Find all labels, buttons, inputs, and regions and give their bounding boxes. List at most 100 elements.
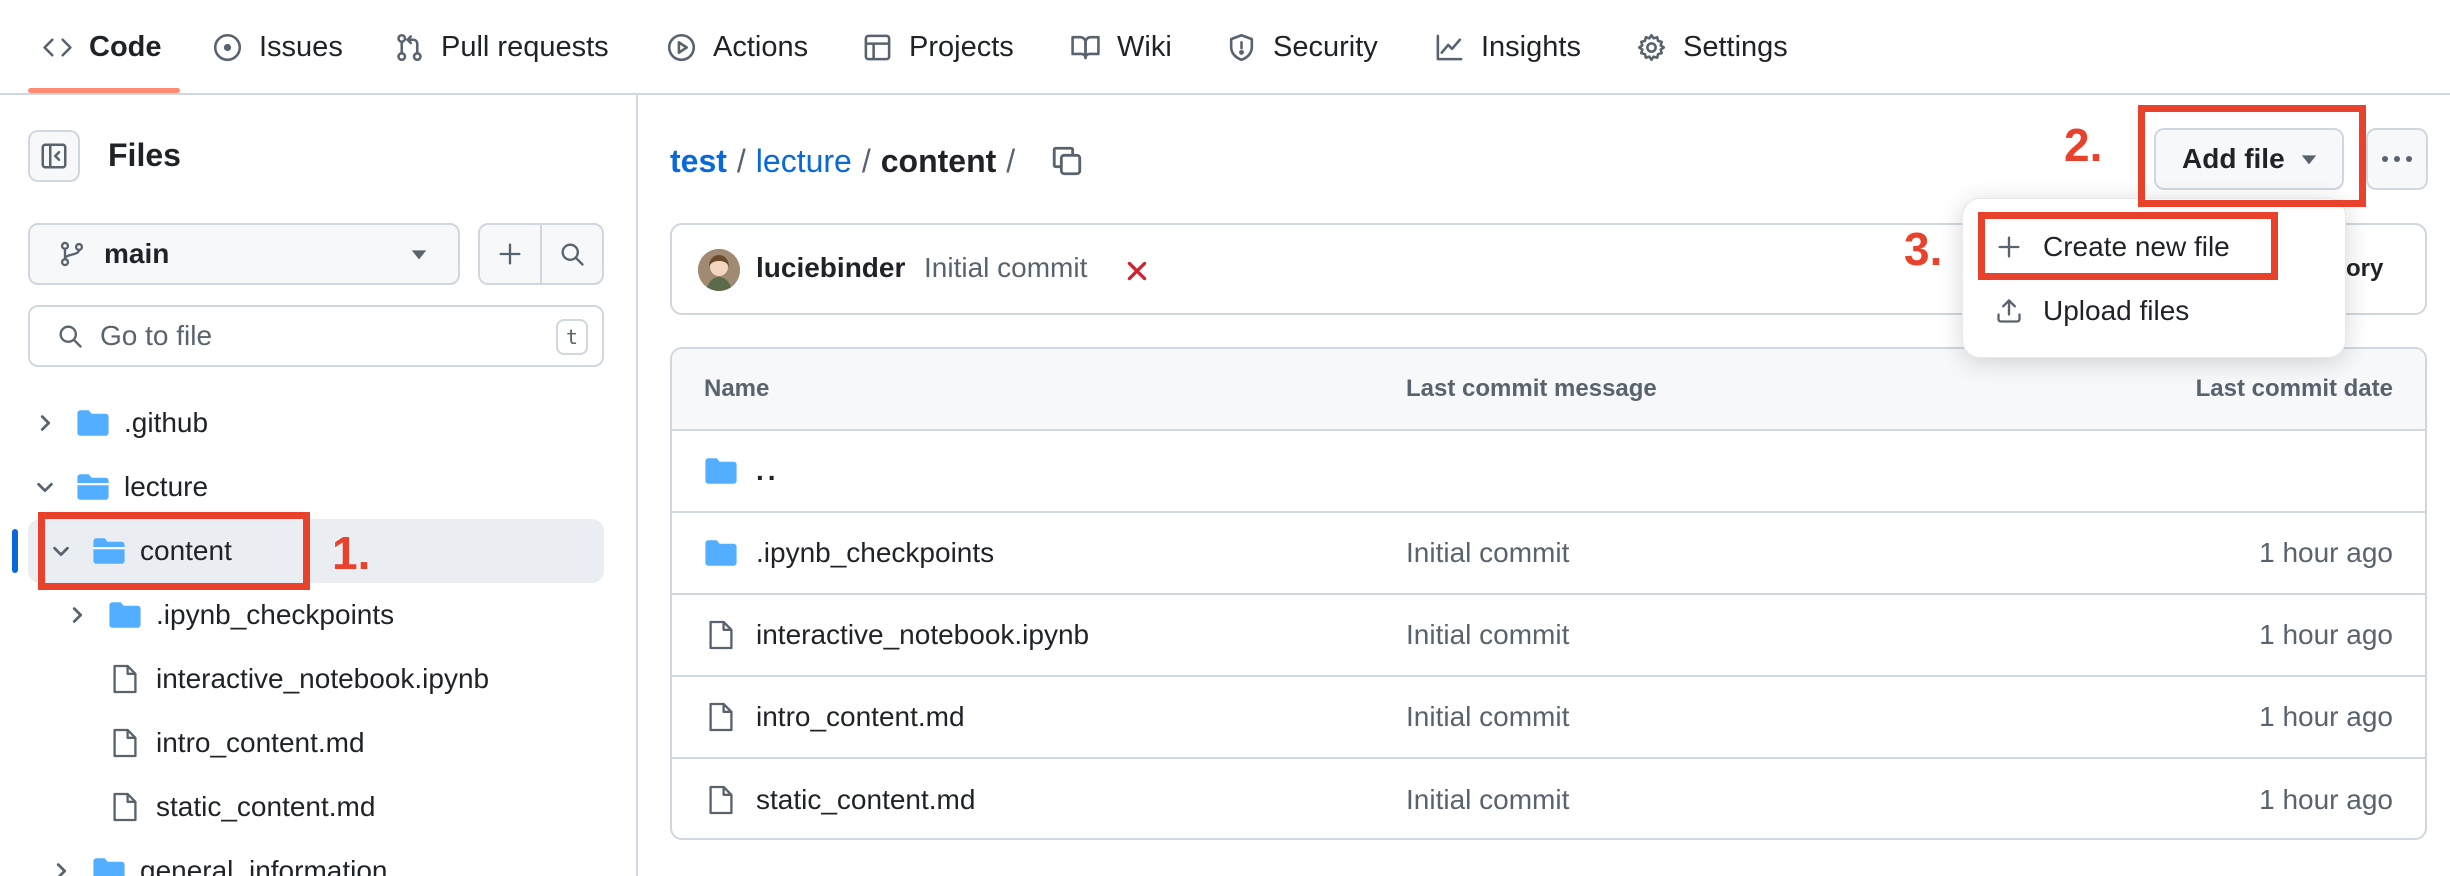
tab-label: Actions [713,31,809,63]
tab-insights[interactable]: Insights [1434,0,1581,95]
shield-icon [1229,33,1254,62]
tree-item-general-information[interactable]: general_information [0,839,638,876]
book-icon [1071,35,1100,60]
commit-message-link[interactable]: Initial commit [1406,677,1569,757]
keyboard-shortcut-badge: t [556,319,588,355]
chevron-right-icon [40,415,51,431]
branch-icon [60,241,84,267]
avatar[interactable] [698,249,740,291]
annotation-box-step-1 [38,512,310,590]
plus-icon [499,243,521,265]
tree-item-label: .github [124,407,209,438]
annotation-label-step-1: 1. [332,527,371,579]
table-row-parent[interactable]: .. [672,431,2425,513]
tab-issues[interactable]: Issues [212,0,343,95]
graph-icon [1436,34,1463,61]
tree-item-github[interactable]: .github [0,391,638,455]
active-tab-indicator [28,88,180,93]
tree-item-static-content[interactable]: static_content.md [0,775,638,839]
breadcrumb-current: content [880,142,997,179]
more-options-button[interactable] [2366,128,2428,190]
annotation-label-step-2: 2. [2064,119,2103,171]
table-icon [864,34,891,61]
tree-item-interactive-notebook[interactable]: interactive_notebook.ipynb [0,647,638,711]
tab-label: Code [89,31,162,63]
tab-label: Issues [259,31,343,63]
go-to-file-input[interactable]: Go to file t [28,305,604,367]
file-icon [709,702,733,732]
folder-icon [93,858,125,876]
tab-settings[interactable]: Settings [1636,0,1788,95]
x-icon[interactable] [1124,258,1150,284]
menu-item-upload-files[interactable]: Upload files [1963,279,2345,343]
commit-date: 1 hour ago [2259,619,2393,650]
tree-item-lecture[interactable]: lecture [0,455,638,519]
branch-name: main [104,238,170,269]
tab-label: Settings [1683,31,1788,63]
caret-down-icon [411,250,427,260]
collapse-sidebar-button[interactable] [28,130,80,182]
breadcrumb-folder-link[interactable]: lecture [756,143,852,180]
tab-label: Projects [909,31,1014,63]
file-name-link[interactable]: interactive_notebook.ipynb [756,619,1089,651]
file-icon [113,792,137,822]
add-file-sidebar-button[interactable] [480,225,542,283]
gear-icon [1637,33,1666,62]
sidebar-title: Files [108,137,181,173]
tree-item-ipynb-checkpoints[interactable]: .ipynb_checkpoints [0,583,638,647]
commit-message[interactable]: Initial commit [924,252,1087,284]
breadcrumb: test / lecture / content / [670,138,1015,184]
breadcrumb-separator: / [861,142,871,179]
table-row[interactable]: .ipynb_checkpoints Initial commit 1 hour… [672,513,2425,595]
file-name-link[interactable]: .ipynb_checkpoints [756,537,994,569]
chevron-down-icon [37,482,53,493]
table-row[interactable]: intro_content.md Initial commit 1 hour a… [672,677,2425,759]
table-row[interactable]: interactive_notebook.ipynb Initial commi… [672,595,2425,677]
tree-item-label: static_content.md [156,791,376,822]
search-files-button[interactable] [542,225,602,283]
menu-item-label: Upload files [2043,295,2190,326]
repo-nav: Code Issues Pull requests Actions Projec… [0,0,2450,95]
copy-icon [1052,146,1082,176]
commit-date: 1 hour ago [2259,784,2393,815]
tab-label: Pull requests [441,31,609,63]
copy-path-button[interactable] [1046,140,1088,182]
avatar-image-icon [698,249,740,291]
commit-message-link[interactable]: Initial commit [1406,759,1569,838]
breadcrumb-separator: / [736,142,746,179]
search-icon [59,325,82,348]
tab-label: Security [1273,31,1378,63]
parent-directory-link[interactable]: .. [756,455,780,487]
kebab-horizontal-icon [2382,156,2412,162]
folder-icon [705,458,737,484]
file-name-link[interactable]: static_content.md [756,784,975,816]
file-icon [709,785,733,815]
annotation-box-step-3 [1978,212,2278,280]
tree-item-label: general_information [140,855,388,876]
branch-selector[interactable]: main [28,223,460,285]
tab-pull-requests[interactable]: Pull requests [394,0,609,95]
tree-item-label: interactive_notebook.ipynb [156,663,490,694]
breadcrumb-repo-link[interactable]: test [670,143,727,180]
tab-projects[interactable]: Projects [862,0,1014,95]
pull-request-icon [397,33,422,62]
tree-item-intro-content[interactable]: intro_content.md [0,711,638,775]
tab-actions[interactable]: Actions [666,0,808,95]
tab-label: Insights [1481,31,1581,63]
breadcrumb-separator: / [1006,142,1016,179]
file-name-link[interactable]: intro_content.md [756,701,965,733]
file-icon [113,728,137,758]
tab-code[interactable]: Code [42,0,162,95]
sidebar-collapse-icon [41,143,67,169]
column-header-name: Name [704,375,770,402]
commit-author[interactable]: luciebinder [756,252,905,284]
table-row[interactable]: static_content.md Initial commit 1 hour … [672,759,2425,838]
commit-message-link[interactable]: Initial commit [1406,595,1569,675]
folder-icon [705,540,737,566]
file-tree-sidebar: Files main Go to file t .github lecture … [0,95,638,876]
tab-label: Wiki [1117,31,1172,63]
tab-security[interactable]: Security [1226,0,1378,95]
play-icon [667,33,696,62]
commit-message-link[interactable]: Initial commit [1406,513,1569,593]
tab-wiki[interactable]: Wiki [1070,0,1172,95]
